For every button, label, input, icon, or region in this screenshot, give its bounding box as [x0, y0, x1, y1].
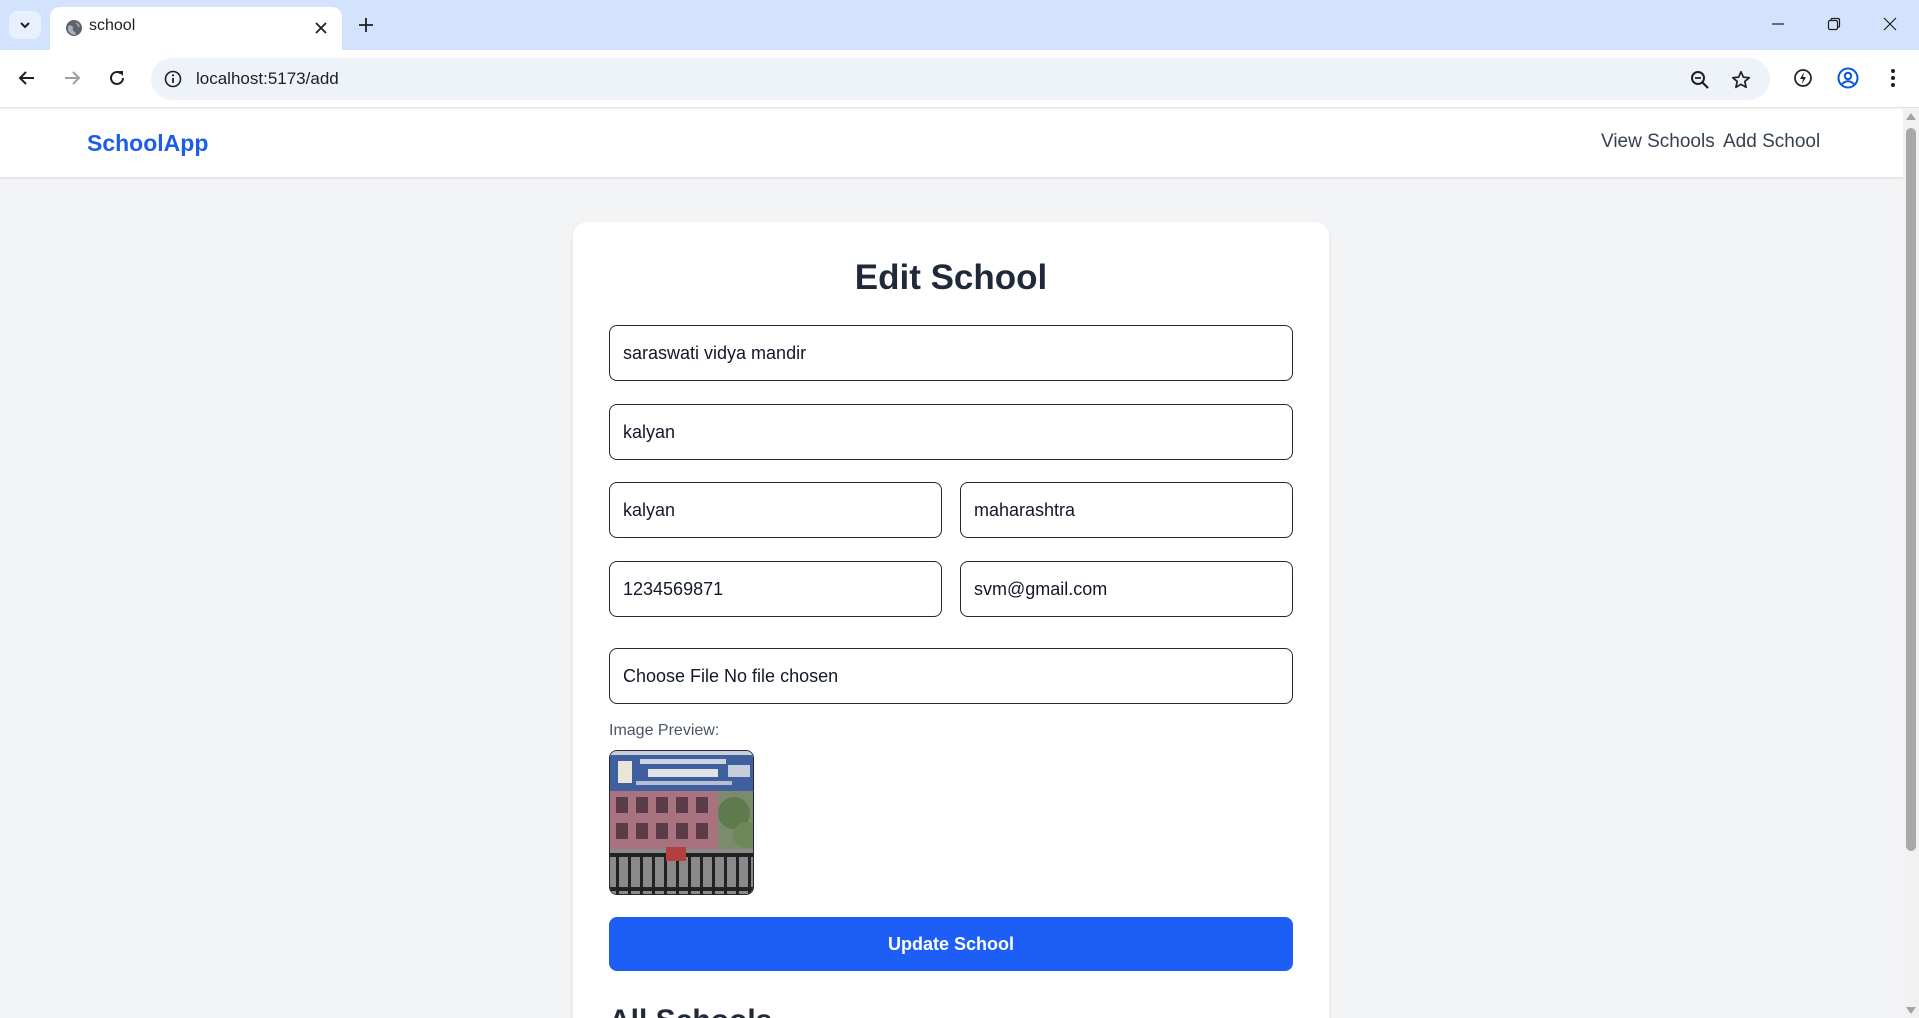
bookmark-button[interactable]	[1728, 67, 1754, 93]
scrollbar-thumb[interactable]	[1906, 128, 1916, 851]
restore-icon	[1827, 17, 1841, 31]
city-input[interactable]	[609, 482, 942, 538]
state-input[interactable]	[960, 482, 1293, 538]
app-brand[interactable]: SchoolApp	[87, 130, 208, 157]
image-preview-label: Image Preview:	[609, 722, 720, 739]
arrow-right-icon	[65, 71, 81, 85]
url-text: localhost:5173/add	[196, 69, 339, 88]
school-image-preview	[609, 750, 754, 895]
file-status-text: No file chosen	[724, 665, 839, 686]
school-building-image	[610, 751, 753, 894]
arrow-left-icon	[18, 71, 34, 85]
browser-menu-button[interactable]	[1878, 63, 1908, 93]
back-button[interactable]	[11, 62, 43, 94]
forward-button[interactable]	[56, 62, 88, 94]
info-icon	[164, 70, 182, 88]
address-input[interactable]	[609, 404, 1293, 460]
star-icon	[1731, 70, 1751, 89]
page-title: Edit School	[854, 258, 1048, 297]
edit-school-card: Edit School Choose File No file chosen I…	[573, 222, 1329, 1018]
page-scrollbar[interactable]	[1903, 109, 1919, 1018]
tab-title: school	[89, 17, 136, 34]
reload-button[interactable]	[101, 62, 133, 94]
update-school-button[interactable]: Update School	[609, 917, 1293, 971]
tab-close-button[interactable]	[309, 16, 333, 40]
browser-toolbar: localhost:5173/add	[0, 50, 1919, 108]
browser-tab[interactable]: school	[50, 7, 342, 50]
extension-button[interactable]	[1788, 63, 1818, 93]
browser-tab-strip: school	[0, 0, 1919, 50]
performance-icon	[1794, 69, 1812, 87]
image-file-input[interactable]: Choose File No file chosen	[609, 648, 1293, 704]
contact-input[interactable]	[609, 561, 942, 617]
profile-icon	[1837, 67, 1859, 89]
site-info-button[interactable]	[161, 67, 185, 91]
close-icon	[315, 22, 327, 34]
profile-button[interactable]	[1833, 63, 1863, 93]
scroll-up-arrow-icon[interactable]	[1906, 113, 1916, 120]
tab-search-button[interactable]	[9, 11, 41, 39]
close-window-button[interactable]	[1862, 0, 1918, 48]
reload-icon	[110, 70, 124, 85]
nav-link-view-schools[interactable]: View Schools	[1601, 131, 1715, 153]
school-name-input[interactable]	[609, 325, 1293, 381]
zoom-out-icon	[1691, 71, 1709, 89]
chevron-down-icon	[20, 22, 30, 29]
address-bar[interactable]: localhost:5173/add	[151, 58, 1770, 100]
all-schools-heading: All Schools	[609, 1004, 772, 1018]
close-icon	[1883, 17, 1897, 31]
new-tab-button[interactable]	[352, 11, 380, 39]
zoom-button[interactable]	[1687, 67, 1713, 93]
restore-button[interactable]	[1806, 0, 1862, 48]
choose-file-button[interactable]: Choose File	[623, 666, 719, 687]
kebab-menu-icon	[1891, 69, 1895, 87]
globe-icon	[66, 20, 82, 36]
nav-link-add-school[interactable]: Add School	[1723, 131, 1820, 153]
minimize-button[interactable]	[1750, 0, 1806, 48]
minimize-icon	[1772, 23, 1784, 25]
email-input[interactable]	[960, 561, 1293, 617]
plus-icon	[359, 18, 373, 32]
app-navbar: SchoolApp View Schools Add School	[0, 109, 1903, 177]
scroll-down-arrow-icon[interactable]	[1906, 1007, 1916, 1014]
page-viewport: SchoolApp View Schools Add School Edit S…	[0, 109, 1903, 1018]
